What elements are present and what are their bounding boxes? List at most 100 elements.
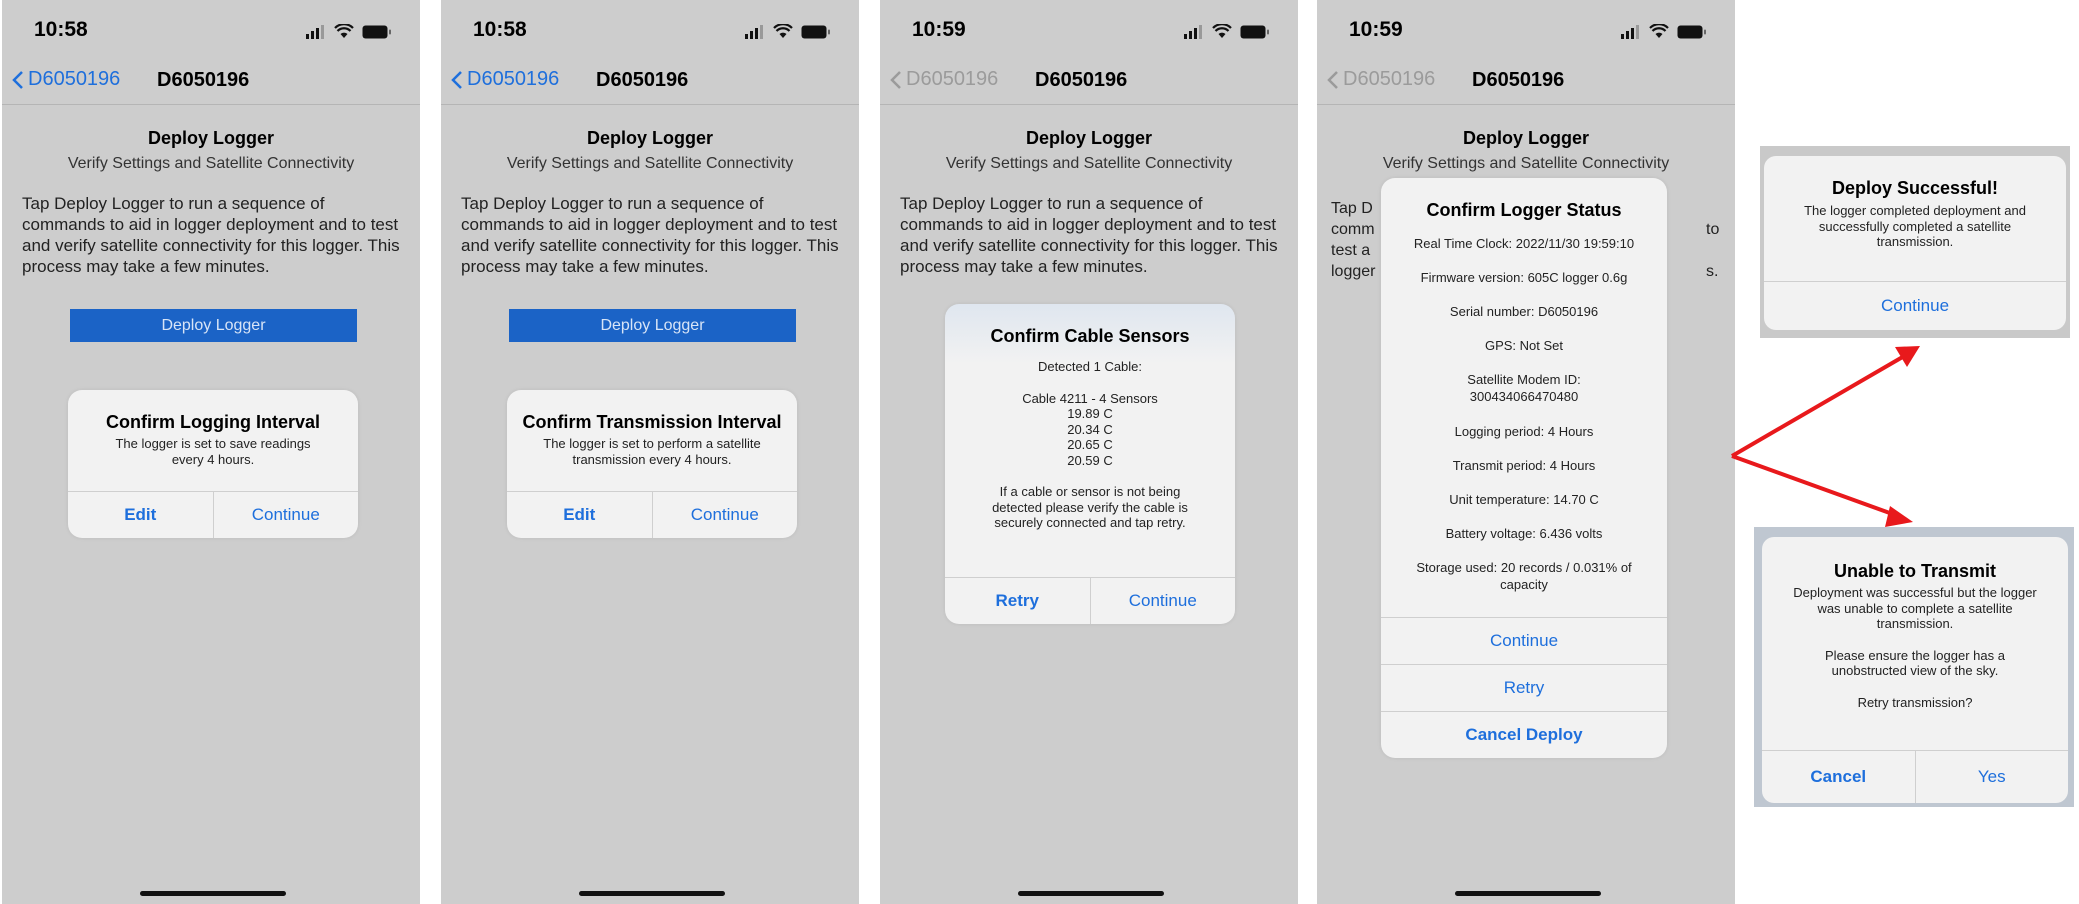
edit-button[interactable]: Edit — [68, 492, 213, 538]
retry-button[interactable]: Retry — [1381, 664, 1667, 711]
retry-button[interactable]: Retry — [945, 578, 1090, 624]
continue-button[interactable]: Continue — [1089, 578, 1236, 624]
clock: 10:58 — [34, 18, 88, 41]
system-icons — [1621, 24, 1707, 39]
unable-to-transmit-alert: Unable to Transmit Deployment was succes… — [1762, 537, 2068, 803]
phone-screen-2: 10:58 D6050196 D6050196 Deploy Logger Ve… — [441, 0, 859, 904]
page-content: Deploy Logger Verify Settings and Satell… — [2, 128, 420, 277]
alert-message: Deployment was successful but the logger… — [1793, 585, 2037, 631]
sensor-reading: 20.59 C — [1067, 452, 1113, 468]
alert-message: The logger is set to perform a satellite… — [543, 436, 761, 467]
instructions-fragment: comm — [1331, 221, 1375, 238]
signal-icon — [1621, 24, 1639, 39]
instructions-fragment: s. — [1706, 263, 1719, 280]
nav-bar: D6050196 D6050196 — [441, 62, 859, 105]
wifi-icon — [1212, 24, 1232, 38]
continue-button[interactable]: Continue — [651, 492, 798, 538]
back-label: D6050196 — [906, 68, 999, 90]
logger-status-alert: Confirm Logger Status Real Time Clock: 2… — [1381, 178, 1667, 758]
cancel-button[interactable]: Cancel — [1762, 751, 1915, 803]
page-subheading: Verify Settings and Satellite Connectivi… — [1382, 155, 1670, 172]
phone-screen-1: 10:58 D6050196 D6050196 Deploy Logger Ve… — [2, 0, 420, 904]
alert-message: The logger is set to save readings every… — [115, 436, 311, 467]
back-label: D6050196 — [28, 68, 121, 90]
alert-title: Confirm Logger Status — [1426, 200, 1622, 220]
yes-button[interactable]: Yes — [1914, 751, 2069, 803]
signal-icon — [1184, 24, 1202, 39]
status-row: Serial number: D6050196 — [1449, 304, 1599, 319]
arrow-to-success — [1730, 353, 1908, 458]
alert-title: Confirm Transmission Interval — [522, 412, 782, 432]
back-button[interactable]: D6050196 — [12, 68, 120, 91]
status-row: Storage used: 20 records / 0.031% of cap… — [1416, 560, 1632, 592]
page-heading: Deploy Logger — [586, 128, 713, 148]
continue-button[interactable]: Continue — [1764, 281, 2066, 330]
nav-title: D6050196 — [596, 69, 689, 91]
status-row: Firmware version: 605C logger 0.6g — [1420, 270, 1628, 285]
alert-buttons: Retry Continue — [945, 577, 1235, 624]
alert-note: If a cable or sensor is not being detect… — [992, 484, 1188, 530]
logging-interval-alert: Confirm Logging Interval The logger is s… — [68, 390, 358, 538]
status-row: Unit temperature: 14.70 C — [1449, 492, 1599, 507]
nav-title: D6050196 — [157, 69, 250, 91]
arrow-head-icon — [1885, 506, 1913, 527]
clock: 10:58 — [473, 18, 527, 41]
wifi-icon — [773, 24, 793, 38]
deploy-logger-button[interactable]: Deploy Logger — [70, 309, 357, 342]
system-icons — [306, 24, 392, 39]
instructions: Tap Deploy Logger to run a sequence of c… — [900, 194, 1278, 276]
status-bar: 10:58 — [2, 0, 420, 62]
alert-buttons: Continue Retry Cancel Deploy — [1381, 617, 1667, 758]
home-indicator[interactable] — [1455, 891, 1601, 896]
instructions: Tap Deploy Logger to run a sequence of c… — [461, 194, 839, 276]
system-icons — [1184, 24, 1270, 39]
status-row: Transmit period: 4 Hours — [1452, 458, 1596, 473]
nav-bar: D6050196 D6050196 — [2, 62, 420, 105]
alert-buttons: Edit Continue — [68, 491, 358, 538]
alert-title: Confirm Logging Interval — [106, 412, 320, 432]
detected-count: Detected 1 Cable: — [1037, 359, 1143, 374]
instructions-fragment: logger — [1331, 263, 1376, 280]
back-button[interactable]: D6050196 — [890, 68, 998, 91]
home-indicator[interactable] — [140, 891, 286, 896]
cancel-deploy-button[interactable]: Cancel Deploy — [1381, 711, 1667, 758]
page-content: Deploy Logger Verify Settings and Satell… — [1317, 128, 1735, 173]
page-subheading: Verify Settings and Satellite Connectivi… — [945, 155, 1233, 172]
back-button[interactable]: D6050196 — [1327, 68, 1435, 91]
chevron-left-icon — [1327, 70, 1338, 89]
nav-bar: D6050196 D6050196 — [880, 62, 1298, 105]
alert-buttons: Edit Continue — [507, 491, 797, 538]
status-bar: 10:59 — [880, 0, 1298, 62]
home-indicator[interactable] — [579, 891, 725, 896]
status-row: GPS: Not Set — [1484, 338, 1564, 353]
back-label: D6050196 — [467, 68, 560, 90]
alert-buttons: Cancel Yes — [1762, 750, 2068, 803]
deploy-logger-button[interactable]: Deploy Logger — [509, 309, 796, 342]
wifi-icon — [334, 24, 354, 38]
phone-screen-4: 10:59 D6050196 D6050196 Deploy Logger Ve… — [1317, 0, 1735, 904]
sensor-reading: 19.89 C — [1067, 406, 1113, 421]
status-rows: Real Time Clock: 2022/11/30 19:59:10 Fir… — [1381, 235, 1667, 609]
nav-title: D6050196 — [1035, 69, 1128, 91]
continue-button[interactable]: Continue — [212, 492, 359, 538]
chevron-left-icon — [12, 70, 23, 89]
status-row: Real Time Clock: 2022/11/30 19:59:10 — [1413, 236, 1635, 251]
page-heading: Deploy Logger — [1462, 128, 1589, 148]
home-indicator[interactable] — [1018, 891, 1164, 896]
alert-question: Retry transmission? — [1857, 694, 1973, 710]
nav-title: D6050196 — [1472, 69, 1565, 91]
continue-button[interactable]: Continue — [1381, 617, 1667, 664]
page-content: Deploy Logger Verify Settings and Satell… — [441, 128, 859, 277]
success-screen: Deploy Successful! The logger completed … — [1760, 146, 2070, 338]
edit-button[interactable]: Edit — [507, 492, 652, 538]
cable-sensors-alert: Confirm Cable Sensors Detected 1 Cable: … — [945, 304, 1235, 624]
page-subheading: Verify Settings and Satellite Connectivi… — [506, 155, 794, 172]
back-button[interactable]: D6050196 — [451, 68, 559, 91]
signal-icon — [306, 24, 324, 39]
alert-message: The logger completed deployment and succ… — [1804, 203, 2026, 249]
alert-title: Confirm Cable Sensors — [990, 326, 1190, 346]
battery-icon — [1240, 25, 1269, 38]
page-subheading: Verify Settings and Satellite Connectivi… — [67, 155, 355, 172]
signal-icon — [745, 24, 763, 39]
nav-bar: D6050196 D6050196 — [1317, 62, 1735, 105]
